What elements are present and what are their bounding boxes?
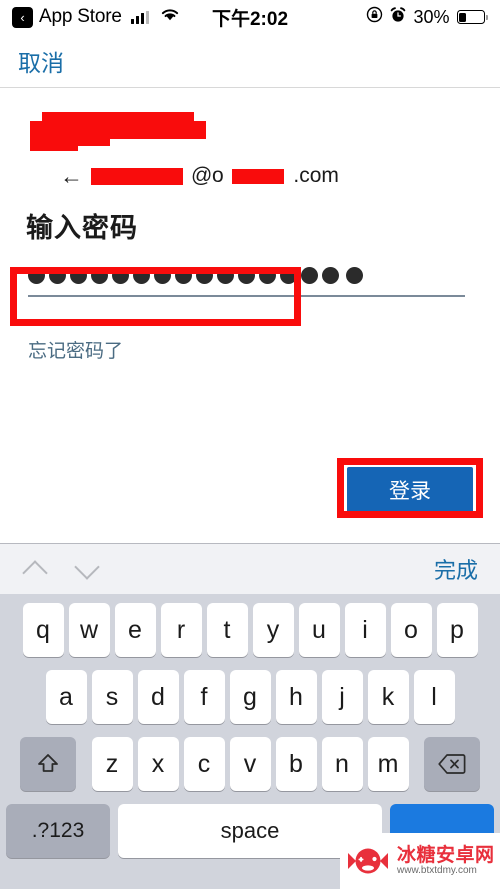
- email-local-part-redaction: [91, 167, 183, 185]
- status-bar-right: 30%: [366, 6, 488, 28]
- key-w[interactable]: w: [68, 603, 110, 657]
- alarm-clock-icon: [390, 6, 406, 28]
- keyboard-row-1: q w e r t y u i o p: [0, 603, 500, 657]
- key-k[interactable]: k: [367, 670, 409, 724]
- password-dot: [133, 266, 150, 284]
- numbers-key[interactable]: .?123: [6, 804, 110, 858]
- password-dot: [196, 266, 213, 284]
- key-e[interactable]: e: [114, 603, 156, 657]
- password-dot: [301, 266, 318, 284]
- page-title: 输入密码: [26, 213, 138, 243]
- email-domain-prefix: @o: [191, 164, 224, 187]
- text-caret: [346, 266, 363, 284]
- password-input-underline: [28, 295, 465, 297]
- key-v[interactable]: v: [229, 737, 271, 791]
- key-b[interactable]: b: [275, 737, 317, 791]
- signin-content: ← @o .com 输入密码 忘记密码了 登录: [0, 88, 500, 543]
- shift-arrow-icon: [38, 754, 58, 772]
- battery-icon: [456, 10, 488, 24]
- key-o[interactable]: o: [390, 603, 432, 657]
- wifi-icon: [159, 6, 181, 28]
- key-z[interactable]: z: [91, 737, 133, 791]
- key-a[interactable]: a: [45, 670, 87, 724]
- back-to-app-chevron-icon[interactable]: ‹: [12, 6, 33, 28]
- navigation-bar: 取消: [0, 34, 500, 88]
- keyboard-accessory-bar: 完成: [0, 543, 500, 594]
- key-i[interactable]: i: [344, 603, 386, 657]
- password-dot: [28, 266, 45, 284]
- email-domain-suffix: .com: [293, 164, 339, 187]
- account-email-row[interactable]: ← @o .com: [60, 164, 339, 188]
- keyboard-row-2: a s d f g h j k l: [0, 670, 500, 724]
- key-p[interactable]: p: [436, 603, 478, 657]
- password-dot: [49, 266, 66, 284]
- key-l[interactable]: l: [413, 670, 455, 724]
- password-dot: [175, 266, 192, 284]
- backspace-delete-icon: [438, 754, 466, 774]
- password-dot: [322, 266, 339, 284]
- key-n[interactable]: n: [321, 737, 363, 791]
- password-field-wrapper[interactable]: [28, 258, 465, 297]
- key-j[interactable]: j: [321, 670, 363, 724]
- key-s[interactable]: s: [91, 670, 133, 724]
- password-dot: [112, 266, 129, 284]
- key-f[interactable]: f: [183, 670, 225, 724]
- keyboard-done-button[interactable]: 完成: [434, 553, 478, 585]
- watermark-title: 冰糖安卓网: [397, 844, 495, 866]
- email-domain-redaction: [232, 168, 285, 184]
- chevron-up-icon[interactable]: [22, 556, 48, 582]
- key-u[interactable]: u: [298, 603, 340, 657]
- password-dot: [91, 266, 108, 284]
- password-dot: [217, 266, 234, 284]
- phone-screen: ‹ App Store 下午2:02 30% 取消 ← @o .com 输入密码…: [0, 0, 500, 889]
- site-watermark: 冰糖安卓网 www.btxtdmy.com: [340, 833, 500, 889]
- key-d[interactable]: d: [137, 670, 179, 724]
- signin-button[interactable]: 登录: [347, 467, 473, 513]
- cellular-signal-icon: [130, 10, 150, 24]
- key-h[interactable]: h: [275, 670, 317, 724]
- keyboard-rows: q w e r t y u i o p a s d f g h j k l z …: [0, 594, 500, 858]
- candy-gamepad-logo-icon: [346, 846, 390, 876]
- battery-percent-label: 30%: [413, 6, 450, 27]
- delete-key[interactable]: [424, 737, 480, 791]
- password-dot: [70, 266, 87, 284]
- cancel-button[interactable]: 取消: [18, 44, 64, 78]
- status-bar-left: ‹ App Store: [12, 6, 181, 28]
- rotation-lock-icon: [366, 6, 383, 28]
- chevron-down-icon[interactable]: [74, 556, 100, 582]
- back-arrow-icon[interactable]: ←: [60, 164, 83, 188]
- key-c[interactable]: c: [183, 737, 225, 791]
- key-g[interactable]: g: [229, 670, 271, 724]
- password-dot: [280, 266, 297, 284]
- keyboard-row-3: z x c v b n m: [0, 737, 500, 791]
- password-input[interactable]: [28, 258, 465, 292]
- back-to-app-label[interactable]: App Store: [39, 6, 122, 28]
- key-t[interactable]: t: [206, 603, 248, 657]
- status-bar: ‹ App Store 下午2:02 30%: [0, 0, 500, 34]
- key-m[interactable]: m: [367, 737, 409, 791]
- key-x[interactable]: x: [137, 737, 179, 791]
- password-dot: [238, 266, 255, 284]
- watermark-text: 冰糖安卓网 www.btxtdmy.com: [397, 844, 495, 876]
- password-dot: [259, 266, 276, 284]
- shift-key[interactable]: [20, 737, 76, 791]
- key-y[interactable]: y: [252, 603, 294, 657]
- password-dot: [154, 266, 171, 284]
- watermark-url: www.btxtdmy.com: [397, 864, 477, 876]
- forgot-password-link[interactable]: 忘记密码了: [28, 336, 123, 363]
- key-r[interactable]: r: [160, 603, 202, 657]
- key-q[interactable]: q: [22, 603, 64, 657]
